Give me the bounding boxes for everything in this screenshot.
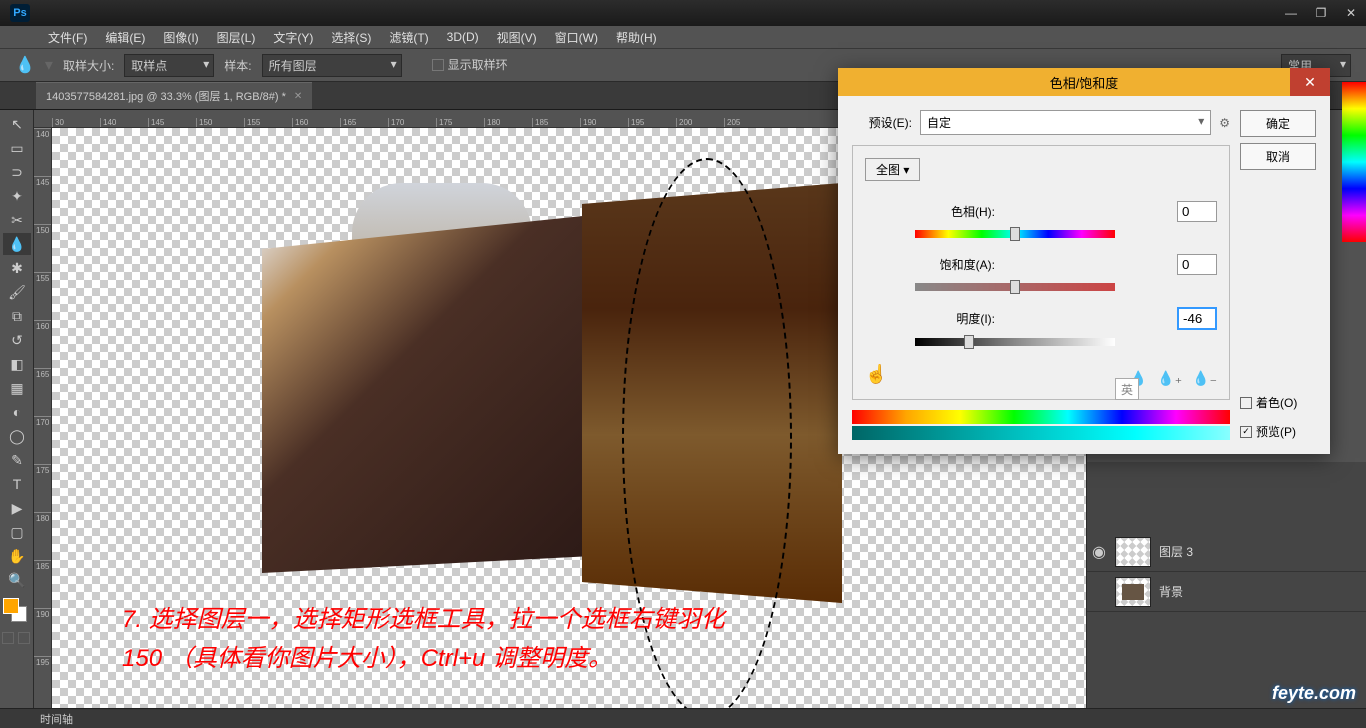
colorize-checkbox[interactable] <box>1240 397 1252 409</box>
menu-help[interactable]: 帮助(H) <box>608 27 665 48</box>
document-tab-title: 1403577584281.jpg @ 33.3% (图层 1, RGB/8#)… <box>46 88 286 104</box>
watermark: feyte.com <box>1272 683 1356 704</box>
saturation-input[interactable] <box>1177 254 1217 275</box>
colorize-label: 着色(O) <box>1256 394 1297 411</box>
gradient-tool[interactable]: ▦ <box>3 377 31 399</box>
lightness-input[interactable] <box>1177 307 1217 330</box>
lasso-tool[interactable]: ⊃ <box>3 161 31 183</box>
ime-indicator[interactable]: 英 <box>1115 378 1139 400</box>
zoom-tool[interactable]: 🔍 <box>3 569 31 591</box>
bottom-panel-tab[interactable]: 时间轴 <box>0 708 1366 728</box>
channel-dropdown[interactable]: 全图 ▾ <box>865 158 920 181</box>
pen-tool[interactable]: ✎ <box>3 449 31 471</box>
eyedropper-icon: 💧 <box>15 55 35 75</box>
ok-button[interactable]: 确定 <box>1240 110 1316 137</box>
blur-tool[interactable]: ◐ <box>3 401 31 423</box>
menu-layer[interactable]: 图层(L) <box>209 27 264 48</box>
menu-file[interactable]: 文件(F) <box>40 27 95 48</box>
path-select-tool[interactable]: ▶ <box>3 497 31 519</box>
menu-view[interactable]: 视图(V) <box>489 27 545 48</box>
preset-label: 预设(E): <box>852 114 912 131</box>
dialog-title-bar[interactable]: 色相/饱和度 ✕ <box>838 68 1330 96</box>
menu-window[interactable]: 窗口(W) <box>547 27 606 48</box>
menu-filter[interactable]: 滤镜(T) <box>381 27 436 48</box>
maximize-button[interactable]: ❐ <box>1306 0 1336 26</box>
preview-checkbox[interactable]: ✓ <box>1240 426 1252 438</box>
dialog-close-button[interactable]: ✕ <box>1290 68 1330 96</box>
spot-heal-tool[interactable]: ✱ <box>3 257 31 279</box>
menu-3d[interactable]: 3D(D) <box>439 28 487 46</box>
crop-tool[interactable]: ✂ <box>3 209 31 231</box>
hand-tool[interactable]: ✋ <box>3 545 31 567</box>
layer-name[interactable]: 背景 <box>1159 583 1183 600</box>
layer-thumbnail[interactable] <box>1115 577 1151 607</box>
layer-name[interactable]: 图层 3 <box>1159 543 1193 560</box>
layer-thumbnail[interactable] <box>1115 537 1151 567</box>
sample-size-label: 取样大小: <box>63 57 114 74</box>
tab-close-icon[interactable]: ✕ <box>294 91 302 102</box>
close-button[interactable]: ✕ <box>1336 0 1366 26</box>
menu-select[interactable]: 选择(S) <box>323 27 379 48</box>
hue-label: 色相(H): <box>865 203 995 220</box>
sample-size-dropdown[interactable]: 取样点 <box>124 54 214 77</box>
move-tool[interactable]: ↖ <box>3 113 31 135</box>
menu-image[interactable]: 图像(I) <box>155 27 206 48</box>
spectrum-result-bar <box>852 426 1230 440</box>
layer-row[interactable]: ◉ 图层 3 <box>1087 532 1366 572</box>
show-ring-checkbox[interactable] <box>432 59 444 71</box>
document-tab[interactable]: 1403577584281.jpg @ 33.3% (图层 1, RGB/8#)… <box>36 82 312 109</box>
eraser-tool[interactable]: ◧ <box>3 353 31 375</box>
lightness-label: 明度(I): <box>865 310 995 327</box>
layer-row[interactable]: 背景 <box>1087 572 1366 612</box>
magic-wand-tool[interactable]: ✦ <box>3 185 31 207</box>
annotation-text: 7. 选择图层一，选择矩形选框工具，拉一个选框右键羽化 150 （具体看你图片大… <box>122 601 725 678</box>
color-swatches[interactable] <box>3 598 30 624</box>
menubar: 文件(F) 编辑(E) 图像(I) 图层(L) 文字(Y) 选择(S) 滤镜(T… <box>0 26 1366 48</box>
saturation-label: 饱和度(A): <box>865 256 995 273</box>
saturation-slider[interactable] <box>915 283 1115 293</box>
hand-icon[interactable]: ☝ <box>865 364 887 385</box>
eyedropper-tool[interactable]: 💧 <box>3 233 31 255</box>
minimize-button[interactable]: — <box>1276 0 1306 26</box>
toolbar: ↖ ▭ ⊃ ✦ ✂ 💧 ✱ 🖌 ⧉ ↺ ◧ ▦ ◐ ◯ ✎ T ▶ ▢ ✋ 🔍 <box>0 110 34 728</box>
hue-slider[interactable] <box>915 230 1115 240</box>
menu-edit[interactable]: 编辑(E) <box>97 27 153 48</box>
cancel-button[interactable]: 取消 <box>1240 143 1316 170</box>
dialog-title: 色相/饱和度 <box>1050 73 1119 92</box>
app-logo: Ps <box>10 4 30 22</box>
type-tool[interactable]: T <box>3 473 31 495</box>
lightness-slider[interactable] <box>915 338 1115 348</box>
clone-tool[interactable]: ⧉ <box>3 305 31 327</box>
eyedropper-add-icon[interactable]: 💧₊ <box>1157 370 1182 387</box>
hue-saturation-dialog: 色相/饱和度 ✕ 预设(E): 自定 ⚙ 全图 ▾ 色相(H): 饱和度(A): <box>838 68 1330 454</box>
menu-type[interactable]: 文字(Y) <box>265 27 321 48</box>
visibility-icon[interactable]: ◉ <box>1091 542 1107 562</box>
foreground-color[interactable] <box>3 598 19 614</box>
options-divider: ▾ <box>45 55 53 75</box>
history-brush-tool[interactable]: ↺ <box>3 329 31 351</box>
preset-dropdown[interactable]: 自定 <box>920 110 1211 135</box>
ruler-vertical: 140145150155160165170175180185190195 <box>34 128 52 708</box>
marquee-tool[interactable]: ▭ <box>3 137 31 159</box>
gear-icon[interactable]: ⚙ <box>1219 116 1230 130</box>
shape-tool[interactable]: ▢ <box>3 521 31 543</box>
preview-label: 预览(P) <box>1256 423 1296 440</box>
brush-tool[interactable]: 🖌 <box>3 281 31 303</box>
screenmode-button[interactable] <box>18 632 30 644</box>
spectrum-bar <box>852 410 1230 424</box>
show-ring-label: 显示取样环 <box>448 58 508 72</box>
sample-dropdown[interactable]: 所有图层 <box>262 54 402 77</box>
eyedropper-subtract-icon[interactable]: 💧₋ <box>1192 370 1217 387</box>
quickmask-button[interactable] <box>2 632 14 644</box>
sample-label: 样本: <box>224 57 251 74</box>
hue-input[interactable] <box>1177 201 1217 222</box>
color-panel-strip[interactable] <box>1342 82 1366 242</box>
dodge-tool[interactable]: ◯ <box>3 425 31 447</box>
